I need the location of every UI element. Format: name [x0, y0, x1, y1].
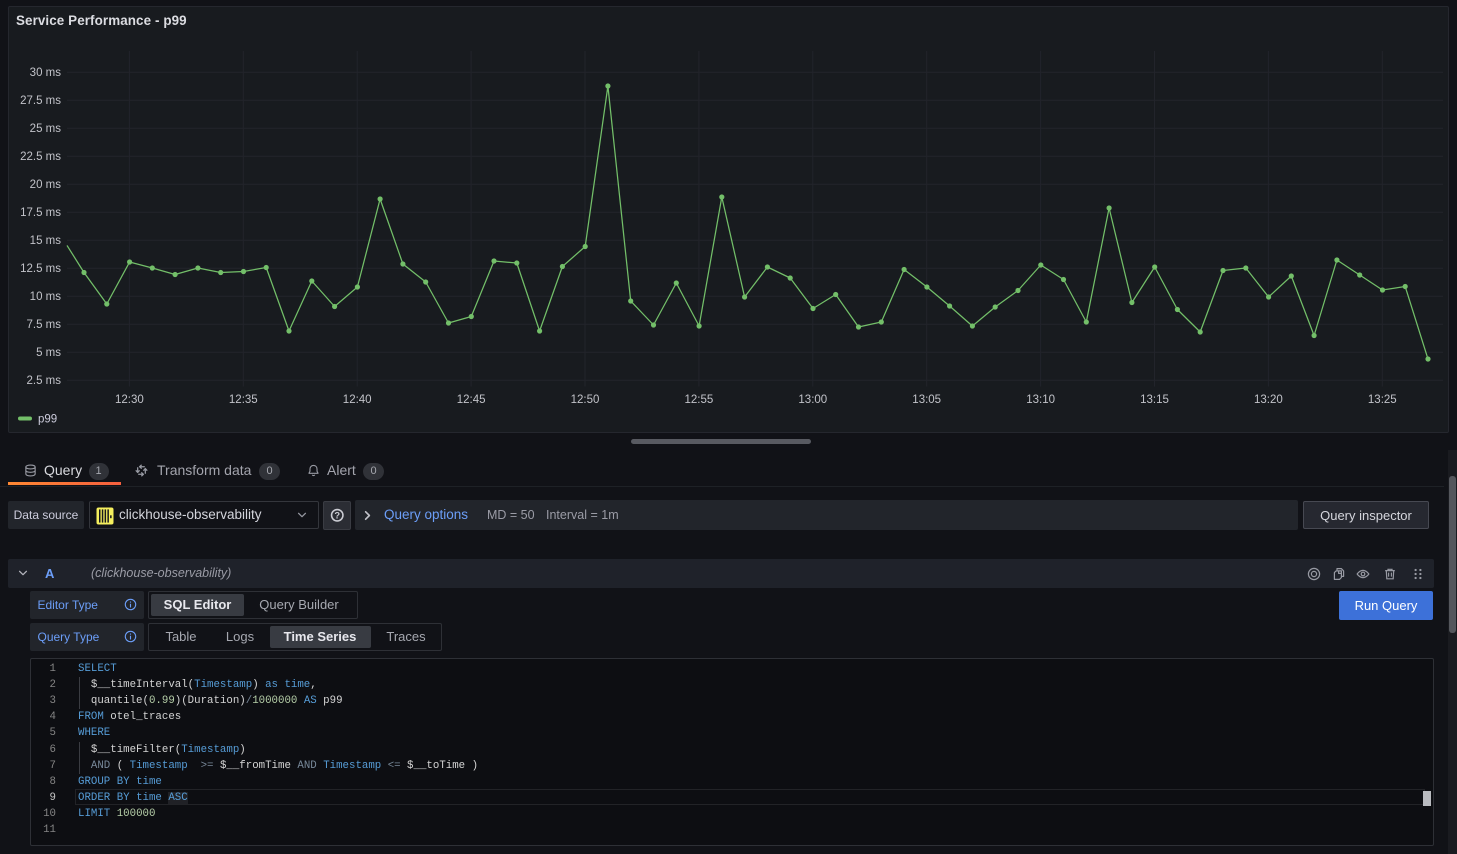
svg-text:12:45: 12:45	[457, 394, 486, 406]
svg-text:27.5 ms: 27.5 ms	[20, 95, 61, 107]
svg-text:12.5 ms: 12.5 ms	[20, 263, 61, 275]
svg-text:20 ms: 20 ms	[30, 179, 62, 191]
svg-text:13:10: 13:10	[1026, 394, 1055, 406]
svg-text:13:25: 13:25	[1368, 394, 1397, 406]
svg-text:p99: p99	[38, 414, 57, 426]
svg-text:12:50: 12:50	[571, 394, 600, 406]
svg-text:22.5 ms: 22.5 ms	[20, 151, 61, 163]
svg-text:12:30: 12:30	[115, 394, 144, 406]
svg-text:13:15: 13:15	[1140, 394, 1169, 406]
svg-text:12:40: 12:40	[343, 394, 372, 406]
svg-text:10 ms: 10 ms	[30, 291, 62, 303]
svg-text:25 ms: 25 ms	[30, 123, 62, 135]
svg-text:?: ?	[334, 510, 340, 520]
svg-text:30 ms: 30 ms	[30, 67, 62, 79]
svg-text:17.5 ms: 17.5 ms	[20, 207, 61, 219]
svg-text:13:05: 13:05	[912, 394, 941, 406]
svg-text:2.5 ms: 2.5 ms	[26, 375, 61, 387]
svg-text:5 ms: 5 ms	[36, 347, 61, 359]
svg-text:13:20: 13:20	[1254, 394, 1283, 406]
svg-text:15 ms: 15 ms	[30, 235, 62, 247]
svg-text:7.5 ms: 7.5 ms	[26, 319, 61, 331]
svg-text:13:00: 13:00	[798, 394, 827, 406]
svg-text:12:35: 12:35	[229, 394, 258, 406]
svg-text:12:55: 12:55	[685, 394, 714, 406]
